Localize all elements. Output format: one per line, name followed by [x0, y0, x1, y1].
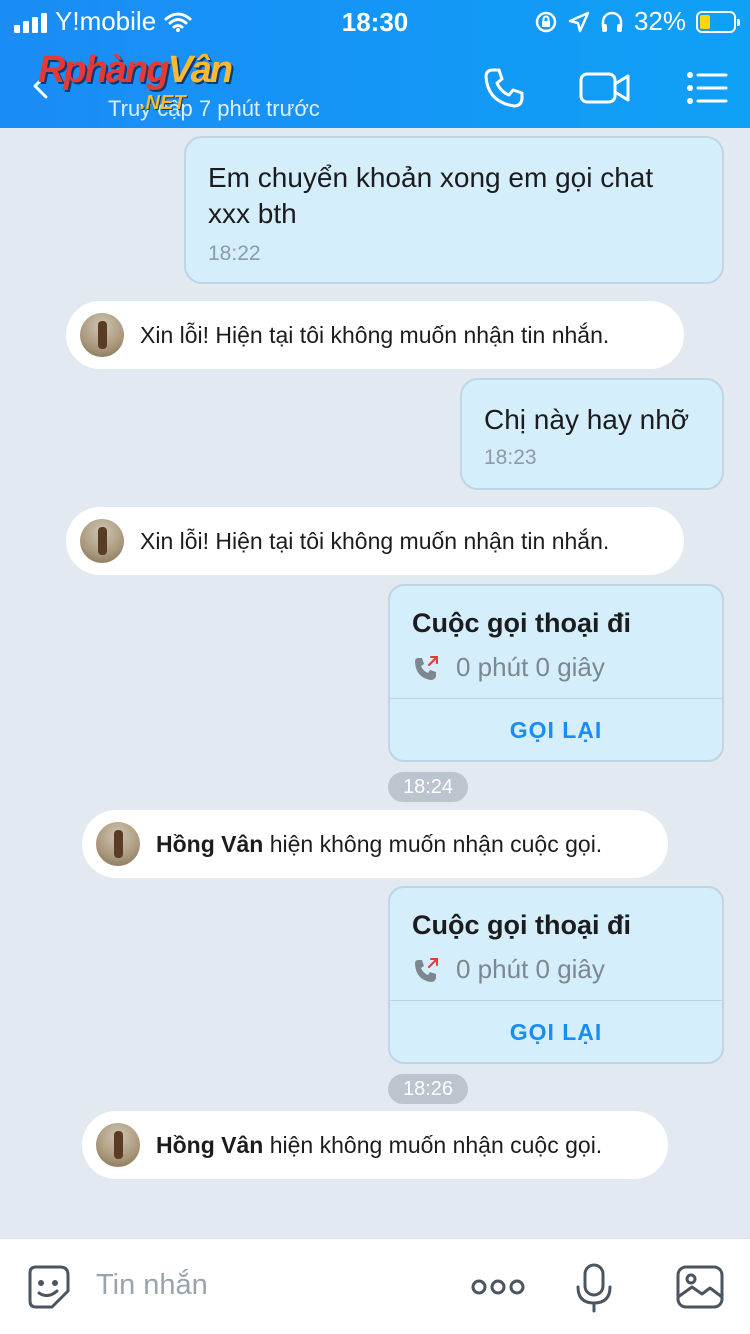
phone-icon[interactable] — [480, 64, 528, 112]
notice-body: hiện không muốn nhận cuộc gọi. — [263, 1131, 603, 1158]
call-back-button[interactable]: GỌI LẠI — [390, 1000, 722, 1062]
more-icon[interactable] — [470, 1261, 526, 1313]
notice-body: hiện không muốn nhận cuộc gọi. — [263, 830, 603, 857]
system-notice: Hồng Vân hiện không muốn nhận cuộc gọi. — [82, 810, 668, 878]
duration-text: 0 phút 0 giây — [456, 652, 605, 682]
call-title: Cuộc gọi thoại đi — [412, 910, 631, 940]
notice-text: Hồng Vân hiện không muốn nhận cuộc gọi. — [156, 831, 602, 858]
notice-text: Xin lỗi! Hiện tại tôi không muốn nhận ti… — [140, 321, 610, 348]
call-back-button[interactable]: GỌI LẠI — [390, 698, 722, 760]
logo-main: Rphàng — [38, 49, 169, 91]
avatar[interactable] — [96, 822, 140, 866]
menu-icon[interactable] — [684, 64, 732, 112]
chat-header: Y!mobile 18:30 32% Truy cập 7 phút trước… — [0, 0, 750, 128]
headphones-icon — [601, 11, 623, 32]
message-text: Chị này hay nhỡ — [484, 404, 690, 435]
message-input[interactable]: Tin nhắn — [96, 1269, 208, 1302]
message-text: Em chuyển khoản xong em gọi chat xxx bth — [208, 162, 654, 229]
outgoing-message[interactable]: Em chuyển khoản xong em gọi chat xxx bth… — [184, 136, 724, 284]
avatar[interactable] — [80, 519, 124, 563]
video-icon[interactable] — [578, 64, 632, 112]
call-card: Cuộc gọi thoại đi 0 phút 0 giây GỌI LẠI — [388, 886, 724, 1064]
notice-text: Xin lỗi! Hiện tại tôi không muốn nhận ti… — [140, 527, 610, 554]
location-icon — [568, 11, 590, 32]
call-title: Cuộc gọi thoại đi — [412, 608, 631, 638]
battery-percent: 32% — [633, 6, 686, 36]
call-card: Cuộc gọi thoại đi 0 phút 0 giây GỌI LẠI — [388, 584, 724, 762]
outgoing-message[interactable]: Chị này hay nhỡ 18:23 — [460, 378, 724, 490]
system-notice: Xin lỗi! Hiện tại tôi không muốn nhận ti… — [66, 507, 684, 575]
microphone-icon[interactable] — [568, 1261, 620, 1313]
duration-text: 0 phút 0 giây — [456, 954, 605, 984]
message-time: 18:23 — [484, 446, 537, 469]
timestamp-badge: 18:24 — [388, 772, 468, 802]
avatar[interactable] — [80, 313, 124, 357]
outgoing-call-icon — [415, 957, 438, 982]
rotation-lock-icon — [535, 11, 557, 32]
watermark-logo: RphàngVân — [38, 49, 233, 91]
battery-icon — [696, 10, 740, 33]
contact-name: Hồng Vân — [156, 1131, 264, 1158]
notice-text: Hồng Vân hiện không muốn nhận cuộc gọi. — [156, 1132, 602, 1159]
call-duration: 0 phút 0 giây — [412, 954, 605, 985]
avatar[interactable] — [96, 1123, 140, 1167]
message-composer: Tin nhắn — [0, 1238, 750, 1334]
logo-suffix: .NET — [140, 92, 186, 114]
status-bar: Y!mobile 18:30 32% — [0, 0, 750, 40]
outgoing-call-icon — [415, 655, 438, 680]
message-time: 18:22 — [208, 242, 261, 265]
nav-bar: Truy cập 7 phút trước RphàngVân .NET — [0, 44, 750, 128]
call-duration: 0 phút 0 giây — [412, 652, 605, 683]
system-notice: Xin lỗi! Hiện tại tôi không muốn nhận ti… — [66, 301, 684, 369]
logo-accent: Vân — [167, 49, 233, 91]
contact-name: Hồng Vân — [156, 830, 264, 857]
image-icon[interactable] — [674, 1261, 726, 1313]
system-notice: Hồng Vân hiện không muốn nhận cuộc gọi. — [82, 1111, 668, 1179]
status-right: 32% — [534, 6, 740, 37]
timestamp-badge: 18:26 — [388, 1074, 468, 1104]
sticker-icon[interactable] — [22, 1261, 74, 1313]
